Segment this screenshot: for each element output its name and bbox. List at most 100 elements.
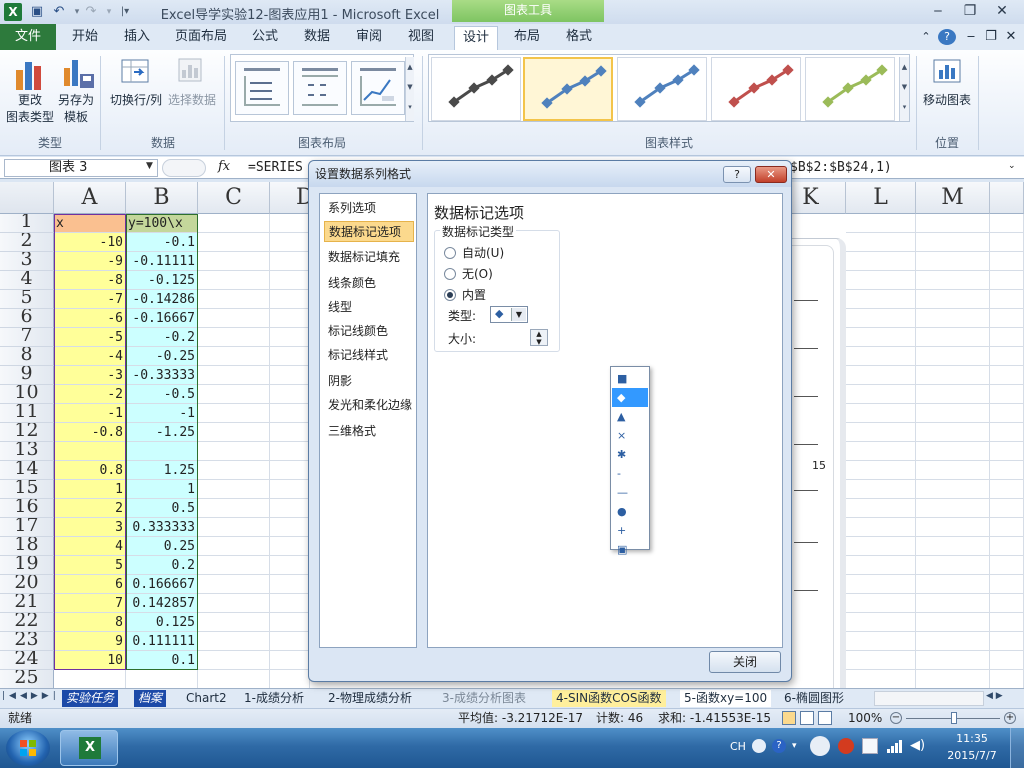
cell-a[interactable] — [54, 442, 126, 461]
cell-c[interactable] — [198, 328, 270, 347]
tab-home[interactable]: 开始 — [62, 26, 108, 50]
cell-d[interactable] — [270, 632, 310, 651]
cell-c[interactable] — [198, 537, 270, 556]
cell-b[interactable]: 0.125 — [126, 613, 198, 632]
ime-icon[interactable] — [752, 739, 766, 753]
cell-c[interactable] — [198, 499, 270, 518]
row-header[interactable]: 6 — [0, 309, 54, 328]
dialog-help-button[interactable]: ? — [723, 166, 751, 183]
tab-page-layout[interactable]: 页面布局 — [170, 26, 232, 50]
select-data-button[interactable]: 选择数据 — [164, 92, 220, 109]
cell-m[interactable] — [916, 309, 990, 328]
cell-l[interactable] — [846, 518, 916, 537]
tab-layout[interactable]: 布局 — [506, 26, 548, 50]
close-workbook-button[interactable]: ✕ — [1002, 26, 1020, 50]
restore-button[interactable]: ❐ — [958, 2, 982, 20]
cell-b[interactable]: -0.1 — [126, 233, 198, 252]
cell-m[interactable] — [916, 651, 990, 670]
cell-n[interactable] — [990, 309, 1024, 328]
marker-option[interactable]: ▲ — [612, 407, 648, 426]
cell-a[interactable]: 8 — [54, 613, 126, 632]
change-chart-type-icon[interactable] — [10, 54, 50, 94]
layout-gallery-scroll[interactable]: ▲ ▼ ▾ — [405, 57, 414, 121]
cell-d[interactable] — [270, 537, 310, 556]
row-header[interactable]: 19 — [0, 556, 54, 575]
cell-a[interactable]: -1 — [54, 404, 126, 423]
cell-a[interactable]: -8 — [54, 271, 126, 290]
radio-auto-label[interactable]: 自动(U) — [462, 244, 504, 261]
volume-icon[interactable]: ◀) — [910, 738, 928, 754]
cell-m[interactable] — [916, 385, 990, 404]
tray-expand-icon[interactable]: ▾ — [792, 741, 797, 751]
cell-l[interactable] — [846, 385, 916, 404]
cell-a[interactable]: x — [54, 214, 126, 233]
marker-option[interactable]: ● — [612, 502, 648, 521]
tab-file[interactable]: 文件 — [0, 24, 56, 50]
cell-n[interactable] — [990, 385, 1024, 404]
cell-n[interactable] — [990, 404, 1024, 423]
cell-m[interactable] — [916, 290, 990, 309]
cell-n[interactable] — [990, 575, 1024, 594]
column-header-l[interactable]: L — [846, 182, 916, 214]
cell-a[interactable]: 0.8 — [54, 461, 126, 480]
cell-c[interactable] — [198, 271, 270, 290]
cell-m[interactable] — [916, 480, 990, 499]
cell-l[interactable] — [846, 537, 916, 556]
cell-l[interactable] — [846, 575, 916, 594]
cell-c[interactable] — [198, 385, 270, 404]
marker-option[interactable]: ■ — [612, 369, 648, 388]
cell-a[interactable]: 10 — [54, 651, 126, 670]
clock-date[interactable]: 2015/7/7 — [940, 749, 1004, 762]
cell-l[interactable] — [846, 252, 916, 271]
cell-l[interactable] — [846, 670, 916, 688]
cell-b[interactable]: 1 — [126, 480, 198, 499]
save-as-template-button[interactable]: 另存为 模板 — [54, 92, 98, 126]
cell-l[interactable] — [846, 556, 916, 575]
cell-d[interactable] — [270, 575, 310, 594]
cell-b[interactable] — [126, 442, 198, 461]
tab-formulas[interactable]: 公式 — [244, 26, 286, 50]
row-header[interactable]: 23 — [0, 632, 54, 651]
cell-m[interactable] — [916, 366, 990, 385]
row-header[interactable]: 17 — [0, 518, 54, 537]
page-layout-view-icon[interactable] — [800, 711, 814, 725]
dialog-close-icon[interactable]: ✕ — [755, 166, 787, 183]
name-box[interactable]: 图表 3 — [4, 159, 158, 177]
select-data-icon[interactable] — [176, 56, 206, 86]
sheet-tab-5[interactable]: 5-函数xy=100 — [680, 690, 772, 707]
cell-d[interactable] — [270, 499, 310, 518]
cell-m[interactable] — [916, 214, 990, 233]
tab-format[interactable]: 格式 — [558, 26, 600, 50]
sheet-tab-chart2[interactable]: Chart2 — [182, 690, 231, 707]
cell-d[interactable] — [270, 594, 310, 613]
cell-l[interactable] — [846, 309, 916, 328]
tab-design[interactable]: 设计 — [454, 26, 498, 50]
cell-d[interactable] — [270, 385, 310, 404]
close-window-button[interactable]: ✕ — [990, 2, 1014, 20]
cell-m[interactable] — [916, 613, 990, 632]
row-header[interactable]: 3 — [0, 252, 54, 271]
cell-d[interactable] — [270, 518, 310, 537]
tab-view[interactable]: 视图 — [400, 26, 442, 50]
cell-n[interactable] — [990, 499, 1024, 518]
marker-option[interactable]: ✱ — [612, 445, 648, 464]
cell-n[interactable] — [990, 366, 1024, 385]
insert-function-icon[interactable]: fx — [218, 159, 230, 174]
nav-marker-line-style[interactable]: 标记线样式 — [324, 345, 414, 366]
tab-data[interactable]: 数据 — [296, 26, 338, 50]
cell-c[interactable] — [198, 632, 270, 651]
change-chart-type-button[interactable]: 更改 图表类型 — [2, 92, 58, 126]
cell-a[interactable]: -4 — [54, 347, 126, 366]
formula-resize-handle[interactable] — [162, 159, 206, 177]
cell-l[interactable] — [846, 442, 916, 461]
nav-glow-soft-edges[interactable]: 发光和柔化边缘 — [324, 395, 416, 416]
chart-style-3[interactable] — [617, 57, 707, 121]
zoom-level[interactable]: 100% — [848, 709, 882, 727]
clock-time[interactable]: 11:35 — [940, 732, 1004, 745]
column-header-b[interactable]: B — [126, 182, 198, 214]
cell-b[interactable]: 0.5 — [126, 499, 198, 518]
move-chart-button[interactable]: 移动图表 — [918, 92, 976, 109]
cell-n[interactable] — [990, 461, 1024, 480]
row-header[interactable]: 9 — [0, 366, 54, 385]
cell-a[interactable]: -10 — [54, 233, 126, 252]
